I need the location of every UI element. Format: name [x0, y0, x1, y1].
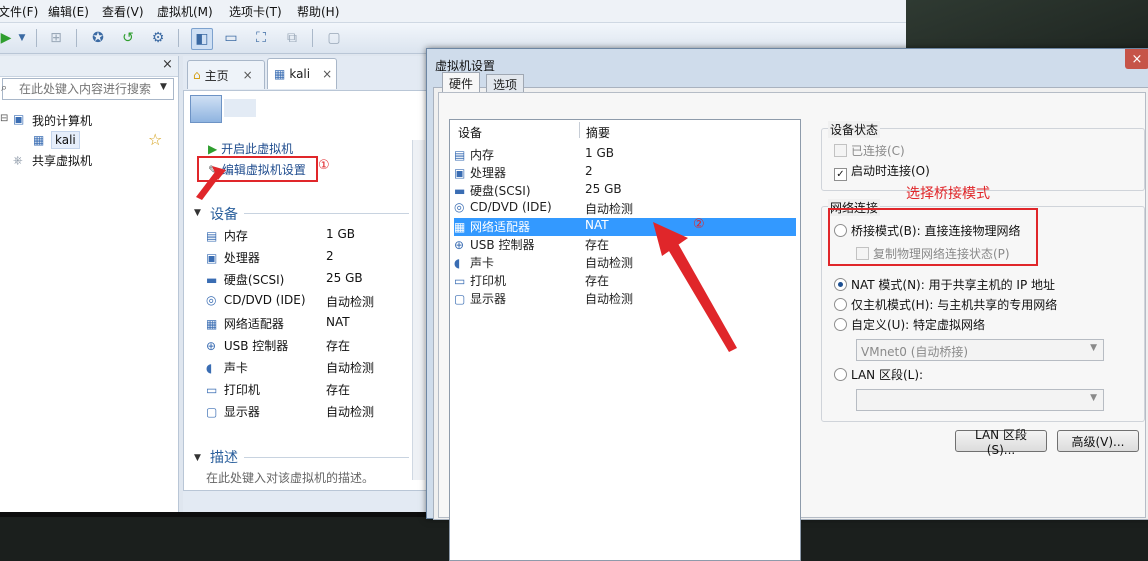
annotation-arrow-2	[666, 240, 737, 352]
annotation-arrows	[196, 166, 737, 352]
